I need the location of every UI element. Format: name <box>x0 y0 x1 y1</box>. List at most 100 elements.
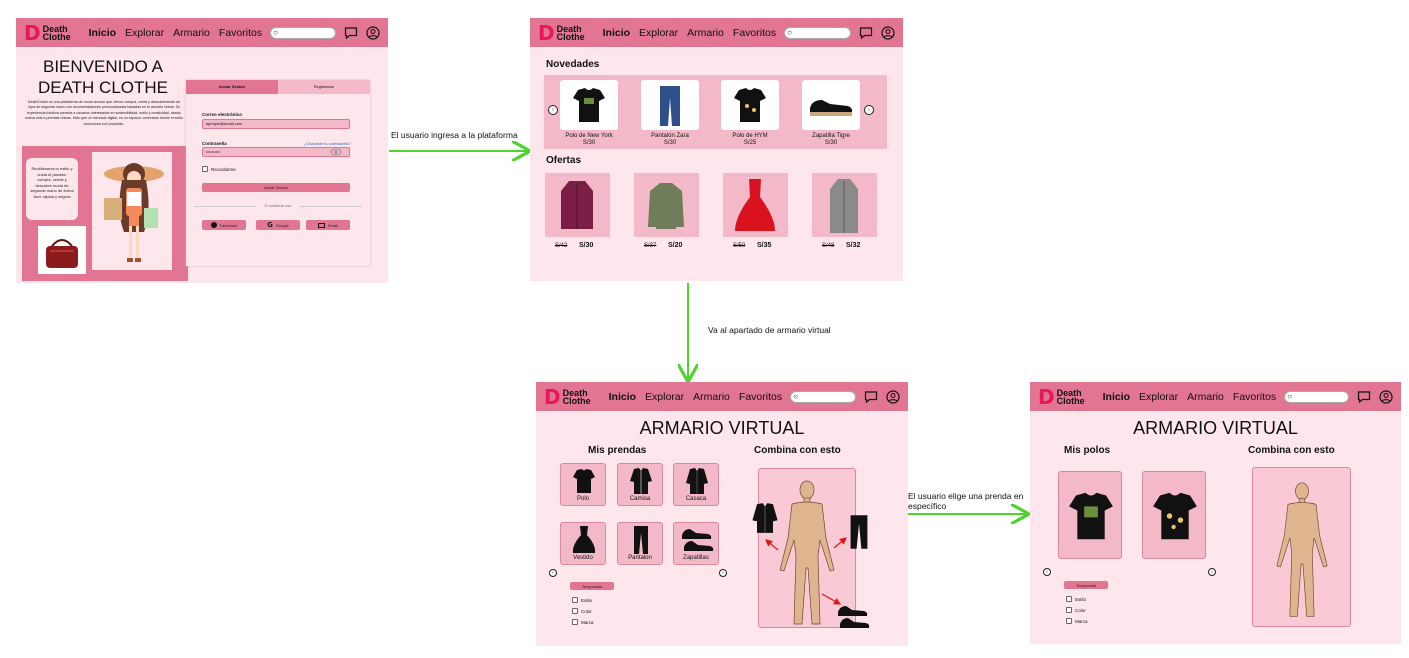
nav-armario[interactable]: Armario <box>693 391 730 403</box>
category-casaca[interactable]: Casaca <box>673 463 719 506</box>
carousel-next-button[interactable]: › <box>864 105 874 115</box>
tab-register[interactable]: Registrarse <box>278 80 370 94</box>
user-icon[interactable] <box>366 25 380 40</box>
search-input[interactable]: ○ <box>784 26 851 39</box>
nav-explorar[interactable]: Explorar <box>639 27 678 39</box>
next-button[interactable]: › <box>1208 568 1216 576</box>
forgot-password-link[interactable]: ¿Olvidaste tu contraseña? <box>304 141 351 146</box>
category-camisa[interactable]: Camisa <box>617 463 663 506</box>
arrow-label-2: Va al apartado de armario virtual <box>708 325 831 335</box>
filter-label: Color <box>581 608 592 614</box>
nav-inicio[interactable]: Inicio <box>89 27 116 39</box>
nav-favoritos[interactable]: Favoritos <box>733 27 776 39</box>
google-button[interactable]: G Google <box>256 220 300 230</box>
welcome-line1: BIENVENIDO A <box>43 57 163 76</box>
carousel-prev-button[interactable]: ‹ <box>548 105 558 115</box>
remember-checkbox[interactable]: Recordarme <box>202 165 236 173</box>
category-label: Zapatillas <box>683 555 709 561</box>
filter-label: Marca <box>581 619 594 625</box>
nav-inicio[interactable]: Inicio <box>1103 391 1130 403</box>
mail-icon <box>317 222 325 228</box>
login-screen: D Death Clothe Inicio Explorar Armario F… <box>16 18 388 283</box>
search-input[interactable]: ○ <box>270 26 336 39</box>
sweater-image <box>648 183 684 229</box>
dress-icon <box>572 526 596 553</box>
password-field[interactable]: •••••••••• <box>202 147 350 157</box>
chat-icon[interactable] <box>859 26 873 40</box>
nav-inicio[interactable]: Inicio <box>603 27 630 39</box>
wardrobe-title: ARMARIO VIRTUAL <box>639 418 805 438</box>
arrow-to-jacket <box>765 539 779 551</box>
category-pantalon[interactable]: Pantalon <box>617 522 663 565</box>
nav-inicio[interactable]: Inicio <box>609 391 636 403</box>
user-icon[interactable] <box>881 25 895 40</box>
category-polo[interactable]: Polo <box>560 463 606 506</box>
category-vestido[interactable]: Vestido <box>560 522 606 565</box>
logo-text: Death Clothe <box>1056 387 1085 406</box>
filter-marca[interactable]: Marca <box>1066 617 1088 625</box>
nav-explorar[interactable]: Explorar <box>1139 391 1178 403</box>
next-button[interactable]: › <box>719 569 727 577</box>
tab-login[interactable]: Iniciar Sesión <box>186 80 278 94</box>
nav-explorar[interactable]: Explorar <box>125 27 164 39</box>
polo-item[interactable] <box>1142 471 1206 559</box>
nav-favoritos[interactable]: Favoritos <box>739 391 782 403</box>
chat-icon[interactable] <box>864 390 878 404</box>
sneakers-icon <box>682 529 714 551</box>
logo[interactable]: D Death Clothe <box>544 387 597 407</box>
logo[interactable]: D Death Clothe <box>1038 387 1091 407</box>
filter-color[interactable]: Color <box>1066 606 1088 614</box>
product-card[interactable]: Polo de New York S/30 <box>560 80 618 146</box>
chat-icon[interactable] <box>1357 390 1371 404</box>
logo-text: Death Clothe <box>42 23 71 42</box>
checkbox-box <box>1066 607 1072 613</box>
email-button[interactable]: Email <box>306 220 350 230</box>
filter-estilo[interactable]: Estilo <box>572 596 594 604</box>
google-label: Google <box>275 222 289 228</box>
search-input[interactable]: ○ <box>1284 390 1349 403</box>
filter-color[interactable]: Color <box>572 607 594 615</box>
login-submit-button[interactable]: Iniciar Sesión <box>202 183 350 192</box>
product-card[interactable]: Zapatilla Tigre S/30 <box>802 80 860 146</box>
combine-title: Combina con esto <box>1248 445 1335 456</box>
eye-icon[interactable] <box>330 148 342 156</box>
polo-item[interactable] <box>1058 471 1122 559</box>
filter-marca[interactable]: Marca <box>572 618 594 626</box>
new-price: S/20 <box>668 242 683 249</box>
search-icon: ○ <box>787 27 792 37</box>
prev-button[interactable]: ‹ <box>1043 568 1051 576</box>
nav-favoritos[interactable]: Favoritos <box>219 27 262 39</box>
season-button[interactable]: Temporada <box>570 582 614 590</box>
season-button[interactable]: Temporada <box>1064 581 1108 589</box>
nav-armario[interactable]: Armario <box>1187 391 1224 403</box>
category-zapatillas[interactable]: Zapatillas <box>673 522 719 565</box>
navbar: D Death Clothe Inicio Explorar Armario F… <box>530 18 903 47</box>
offer-card[interactable]: S/37 S/20 <box>634 173 699 253</box>
facebook-button[interactable]: Facebook <box>202 220 246 230</box>
logo[interactable]: D Death Clothe <box>538 23 591 43</box>
nav-armario[interactable]: Armario <box>173 27 210 39</box>
logo-text: Death Clothe <box>562 387 591 406</box>
user-icon[interactable] <box>886 389 900 404</box>
offer-card[interactable]: S/48 S/32 <box>812 173 877 253</box>
filter-estilo[interactable]: Estilo <box>1066 595 1088 603</box>
checkbox-box <box>1066 618 1072 624</box>
navbar: D Death Clothe Inicio Explorar Armario F… <box>1030 382 1401 411</box>
product-card[interactable]: Polo de HYM S/25 <box>721 80 779 146</box>
email-field[interactable]: ejemplo@email.com <box>202 119 350 129</box>
offer-card[interactable]: S/42 S/30 <box>545 173 610 253</box>
search-input[interactable]: ○ <box>790 390 856 403</box>
user-icon[interactable] <box>1379 389 1393 404</box>
offer-card[interactable]: S/50 S/35 <box>723 173 788 253</box>
product-price: S/30 <box>582 140 596 146</box>
prev-button[interactable]: ‹ <box>549 569 557 577</box>
logo-text: Death Clothe <box>556 23 585 42</box>
nav-armario[interactable]: Armario <box>687 27 724 39</box>
nav-explorar[interactable]: Explorar <box>645 391 684 403</box>
combine-title: Combina con esto <box>754 445 841 456</box>
arrow-to-sneakers <box>821 593 842 605</box>
logo[interactable]: D Death Clothe <box>24 23 77 43</box>
nav-favoritos[interactable]: Favoritos <box>1233 391 1276 403</box>
product-card[interactable]: Pantalón Zara S/30 <box>641 80 699 146</box>
chat-icon[interactable] <box>344 26 358 40</box>
